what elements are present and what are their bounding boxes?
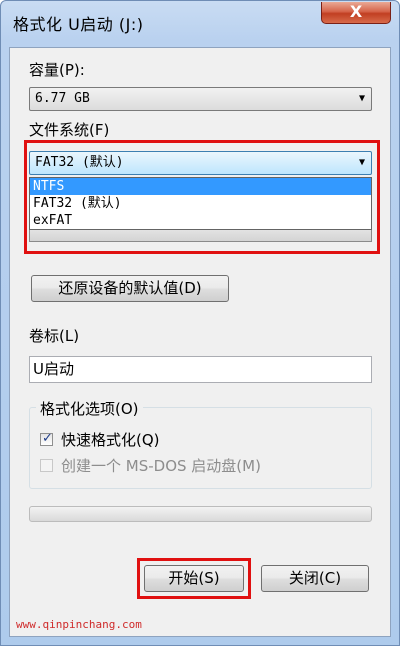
chevron-down-icon: ▼ xyxy=(358,93,365,104)
capacity-select[interactable]: 6.77 GB ▼ xyxy=(29,87,372,111)
ms-dos-checkbox[interactable] xyxy=(40,459,53,472)
capacity-value: 6.77 GB xyxy=(35,91,90,106)
filesystem-label: 文件系统(F) xyxy=(29,121,110,139)
restore-defaults-button[interactable]: 还原设备的默认值(D) xyxy=(31,275,229,302)
format-progress-bar xyxy=(29,506,372,522)
check-icon: ✓ xyxy=(42,431,53,446)
capacity-label: 容量(P): xyxy=(29,61,85,79)
highlight-box-start xyxy=(137,558,251,599)
quick-format-checkbox[interactable]: ✓ xyxy=(40,431,53,446)
volume-label: 卷标(L) xyxy=(29,327,80,345)
title-bar[interactable]: 格式化 U启动 (J:) X xyxy=(1,1,399,47)
volume-label-input[interactable]: U启动 xyxy=(29,356,372,383)
quick-format-label[interactable]: 快速格式化(Q) xyxy=(61,429,160,450)
highlight-box-filesystem xyxy=(24,140,380,254)
close-icon: X xyxy=(349,2,363,21)
close-button[interactable]: 关闭(C) xyxy=(261,565,369,592)
watermark-text: www.qinpinchang.com xyxy=(16,618,142,631)
ms-dos-label: 创建一个 MS-DOS 启动盘(M) xyxy=(61,457,261,475)
format-options-label: 格式化选项(O) xyxy=(36,398,143,419)
window-title: 格式化 U启动 (J:) xyxy=(13,15,144,34)
close-window-button[interactable]: X xyxy=(321,2,391,24)
